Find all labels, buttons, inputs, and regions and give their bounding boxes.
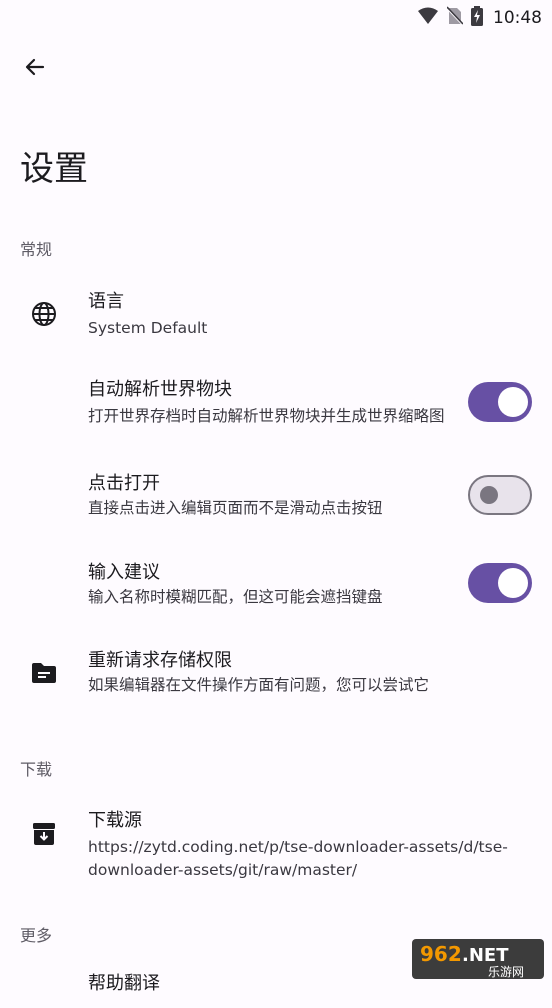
status-time: 10:48 [493, 8, 542, 28]
switch-thumb [498, 387, 528, 417]
setting-auto-parse-desc: 打开世界存档时自动解析世界物块并生成世界缩略图 [88, 407, 445, 425]
setting-input-suggest-title: 输入建议 [88, 562, 160, 583]
no-sim-icon [446, 6, 464, 30]
archive-icon [24, 814, 64, 854]
setting-help-translate-title: 帮助翻译 [88, 973, 160, 994]
input-suggest-switch[interactable] [468, 563, 532, 603]
setting-language[interactable]: 语言 System Default [0, 282, 552, 348]
folder-icon [24, 653, 64, 693]
setting-download-source-value: https://zytd.coding.net/p/tse-downloader… [88, 838, 508, 879]
setting-click-open[interactable]: 点击打开 直接点击进入编辑页面而不是滑动点击按钮 [0, 464, 552, 528]
setting-input-suggest[interactable]: 输入建议 输入名称时模糊匹配，但这可能会遮挡键盘 [0, 553, 552, 617]
setting-language-title: 语言 [88, 291, 124, 312]
page-title: 设置 [20, 149, 88, 189]
back-button[interactable] [14, 48, 56, 90]
setting-input-suggest-desc: 输入名称时模糊匹配，但这可能会遮挡键盘 [88, 588, 383, 606]
status-bar: 10:48 [0, 0, 552, 34]
auto-parse-switch[interactable] [468, 382, 532, 422]
switch-thumb [480, 486, 498, 504]
wifi-icon [417, 7, 439, 29]
svg-text:962: 962 [420, 942, 462, 966]
switch-thumb [498, 568, 528, 598]
setting-click-open-title: 点击打开 [88, 473, 160, 494]
svg-text:乐游网: 乐游网 [488, 965, 524, 979]
section-header-more: 更多 [20, 926, 53, 945]
setting-download-source-title: 下载源 [88, 810, 142, 831]
back-arrow-icon [23, 55, 47, 83]
section-header-download: 下载 [20, 760, 53, 779]
setting-auto-parse[interactable]: 自动解析世界物块 打开世界存档时自动解析世界物块并生成世界缩略图 [0, 370, 552, 456]
setting-download-source[interactable]: 下载源 https://zytd.coding.net/p/tse-downlo… [0, 802, 552, 890]
globe-icon [24, 294, 64, 334]
setting-language-value: System Default [88, 319, 208, 337]
watermark-logo: 962 .NET 乐游网 [412, 939, 544, 979]
svg-text:.NET: .NET [462, 945, 509, 966]
setting-storage-permission-desc: 如果编辑器在文件操作方面有问题，您可以尝试它 [88, 676, 430, 694]
setting-click-open-desc: 直接点击进入编辑页面而不是滑动点击按钮 [88, 499, 383, 517]
setting-storage-permission[interactable]: 重新请求存储权限 如果编辑器在文件操作方面有问题，您可以尝试它 [0, 642, 552, 706]
click-open-switch[interactable] [468, 475, 532, 515]
section-header-general: 常规 [20, 240, 53, 259]
setting-storage-permission-title: 重新请求存储权限 [88, 650, 232, 671]
setting-auto-parse-title: 自动解析世界物块 [88, 379, 232, 400]
battery-charging-icon [471, 6, 483, 30]
